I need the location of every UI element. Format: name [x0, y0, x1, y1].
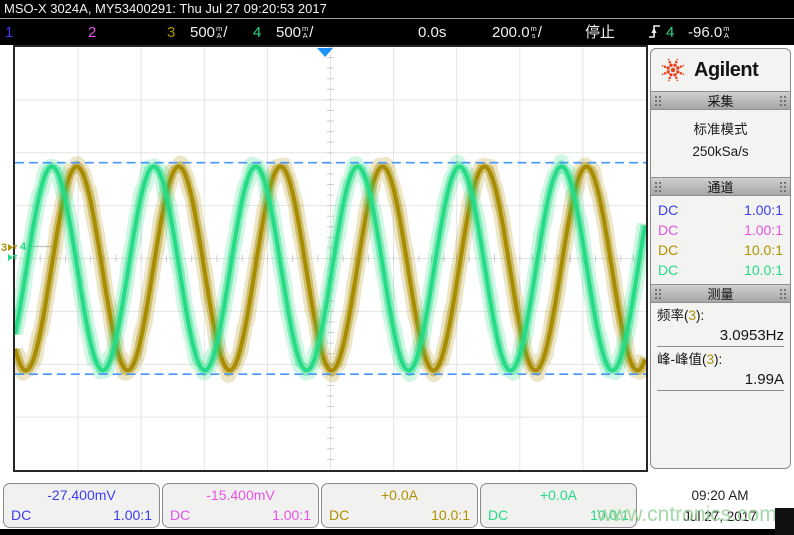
channel4-offset-value: +0.0A	[481, 487, 636, 503]
measurement-pkpk-label: 峰-峰值(3):	[657, 350, 784, 370]
channel2-offset-value: -15.400mV	[163, 487, 318, 503]
brand-name: Agilent	[694, 59, 758, 82]
channel3-status[interactable]: 3	[167, 21, 175, 44]
channel3-offset-value: +0.0A	[322, 487, 477, 503]
section-header-channels[interactable]: 通道	[651, 177, 790, 196]
section-header-acquire[interactable]: 采集	[651, 91, 790, 110]
measurements-list: 频率(3): 3.0953Hz 峰-峰值(3): 1.99A	[651, 303, 790, 394]
grip-icon	[654, 95, 662, 106]
horizontal-delay[interactable]: 0.0s	[418, 21, 446, 44]
channel2-probe: 1.00:1	[272, 507, 311, 523]
grip-icon	[779, 181, 787, 192]
bottom-strip	[0, 529, 794, 535]
acquire-info: 标准模式 250kSa/s	[651, 110, 790, 177]
channel2-coupling: DC	[170, 507, 190, 523]
channel4-coupling: DC	[488, 507, 508, 523]
channel2-settings[interactable]: DC 1.00:1	[651, 220, 790, 240]
ch3-ground-marker[interactable]: 3	[1, 243, 7, 254]
measurement-frequency-value: 3.0953Hz	[657, 326, 784, 347]
right-sidebar: Agilent 采集 标准模式 250kSa/s 通道 DC 1.00:1 DC…	[650, 48, 791, 469]
channel3-bottom-panel[interactable]: +0.0A DC 10.0:1	[321, 483, 478, 528]
corner-block	[775, 508, 794, 535]
ch4-ground-marker[interactable]: 4	[20, 242, 26, 253]
ch4-ground-icon	[8, 254, 17, 265]
channel4-status[interactable]: 4	[253, 21, 261, 44]
trigger-level[interactable]: -96.0mA	[688, 21, 730, 44]
section-header-measure[interactable]: 测量	[651, 284, 790, 303]
measurement-frequency-label: 频率(3):	[657, 306, 784, 326]
channel3-scale[interactable]: 500mA/	[190, 21, 227, 44]
channel2-status[interactable]: 2	[88, 21, 96, 44]
window-title: MSO-X 3024A, MY53400291: Thu Jul 27 09:2…	[4, 1, 327, 16]
header-divider	[0, 18, 794, 19]
run-state-indicator: 停止	[585, 21, 615, 44]
grip-icon	[779, 95, 787, 106]
channel1-bottom-panel[interactable]: -27.400mV DC 1.00:1	[3, 483, 160, 528]
grip-icon	[779, 288, 787, 299]
plot-svg	[15, 47, 646, 470]
channel4-scale[interactable]: 500mA/	[276, 21, 313, 44]
watermark: www.cntronics.com	[597, 503, 777, 527]
channel2-bottom-panel[interactable]: -15.400mV DC 1.00:1	[162, 483, 319, 528]
channel1-offset-value: -27.400mV	[4, 487, 159, 503]
grip-icon	[654, 181, 662, 192]
top-status-bar: MSO-X 3024A, MY53400291: Thu Jul 27 09:2…	[0, 0, 794, 45]
channel3-probe: 10.0:1	[431, 507, 470, 523]
agilent-logo-icon	[660, 57, 686, 83]
channel1-coupling: DC	[11, 507, 31, 523]
grip-icon	[654, 288, 662, 299]
channel1-probe: 1.00:1	[113, 507, 152, 523]
channel1-settings[interactable]: DC 1.00:1	[651, 200, 790, 220]
brand-row: Agilent	[651, 49, 790, 91]
channel3-coupling: DC	[329, 507, 349, 523]
waveform-display	[13, 45, 648, 472]
trigger-edge-icon	[648, 23, 662, 46]
timebase-setting[interactable]: 200.0ms/	[492, 21, 542, 44]
sample-rate: 250kSa/s	[651, 141, 790, 163]
measurement-pkpk-value: 1.99A	[657, 370, 784, 391]
channel-settings-list: DC 1.00:1 DC 1.00:1 DC 10.0:1 DC 10.0:1	[651, 196, 790, 284]
channel1-status[interactable]: 1	[5, 21, 13, 44]
acquire-mode: 标准模式	[651, 119, 790, 141]
channel4-settings[interactable]: DC 10.0:1	[651, 260, 790, 280]
channel3-settings[interactable]: DC 10.0:1	[651, 240, 790, 260]
trigger-source[interactable]: 4	[666, 21, 674, 44]
